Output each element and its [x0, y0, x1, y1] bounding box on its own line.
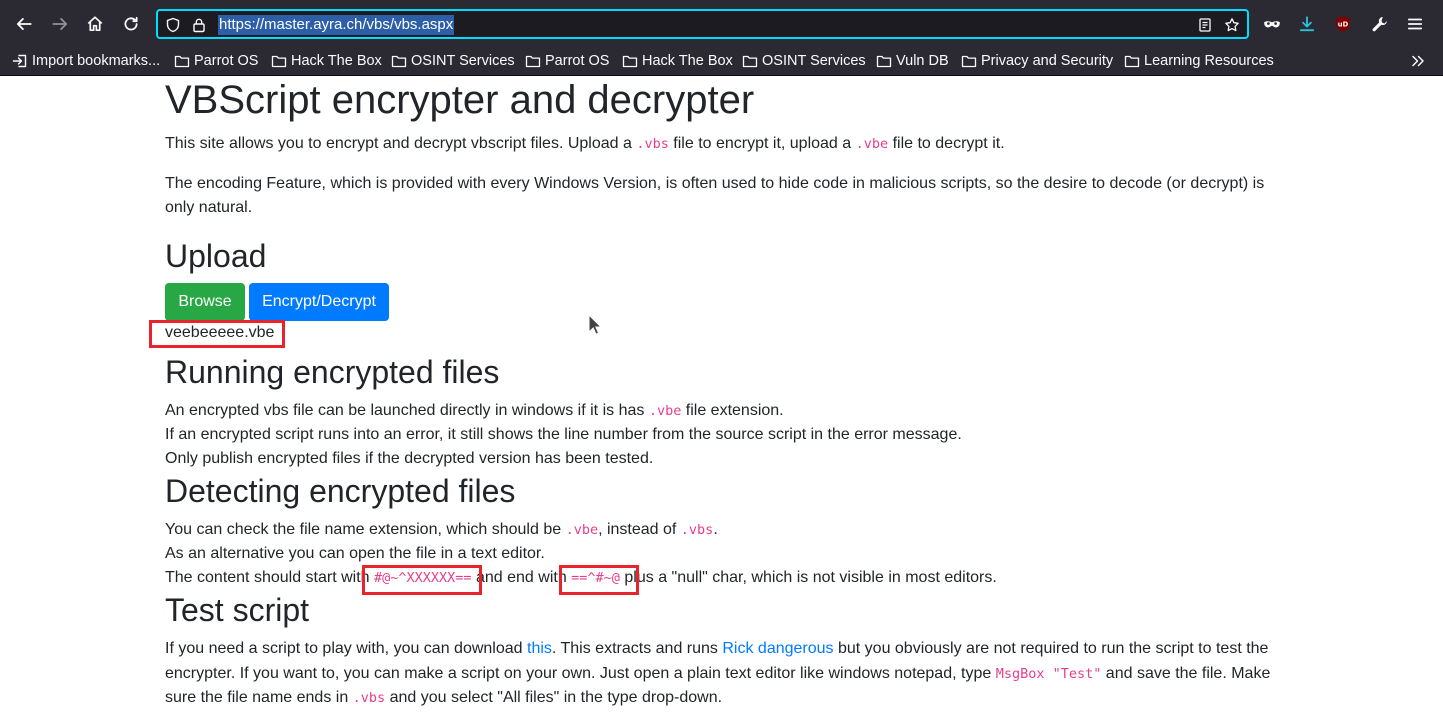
ublock-button[interactable]: uD [1329, 10, 1357, 38]
bookmark-label: OSINT Services [762, 53, 866, 69]
detecting-line-2: As an alternative you can open the file … [165, 545, 545, 562]
bookmark-folder-parrot-os[interactable]: Parrot OS [174, 51, 258, 71]
bookmark-label: Parrot OS [545, 53, 610, 69]
star-icon[interactable] [1223, 16, 1241, 34]
wrench-icon [1372, 17, 1387, 32]
folder-icon [876, 55, 892, 68]
bookmark-label: Learning Resources [1144, 53, 1274, 69]
ublock-origin-icon: uD [1336, 16, 1350, 32]
hamburger-menu-icon [1407, 18, 1423, 30]
reload-button[interactable] [117, 10, 145, 38]
bookmark-import[interactable]: Import bookmarks... [12, 51, 160, 71]
bookmark-folder-privacy-security[interactable]: Privacy and Security [961, 51, 1113, 71]
code-msgbox: MsgBox "Test" [995, 666, 1102, 682]
code-vbs: .vbs [352, 690, 386, 706]
bookmark-label: Privacy and Security [981, 53, 1114, 69]
folder-icon [961, 55, 977, 68]
code-vbs: .vbs [680, 522, 714, 538]
browser-toolbar: https://master.ayra.ch/vbs/vbs.aspx uD [0, 0, 1443, 48]
bookmark-folder-hack-the-box[interactable]: Hack The Box [271, 51, 382, 71]
shield-icon[interactable] [164, 16, 182, 34]
intro-paragraph-1: This site allows you to encrypt and decr… [165, 135, 1005, 152]
code-vbe: .vbe [648, 403, 682, 419]
running-line-2: If an encrypted script runs into an erro… [165, 426, 962, 443]
app-menu-button[interactable] [1401, 10, 1429, 38]
private-mask-button[interactable] [1258, 10, 1286, 38]
url-text[interactable]: https://master.ayra.ch/vbs/vbs.aspx [218, 15, 455, 35]
intro-paragraph-2-line-2: only natural. [165, 199, 253, 216]
folder-icon [391, 55, 407, 68]
reload-icon [124, 16, 138, 31]
highlight-box-end-marker [559, 565, 639, 595]
bookmark-label: Vuln DB [896, 53, 949, 69]
home-icon [87, 16, 103, 32]
bookmark-label: Parrot OS [194, 53, 259, 69]
chevron-double-right-icon [1412, 55, 1424, 67]
arrow-right-icon [52, 18, 68, 30]
home-button[interactable] [81, 10, 109, 38]
reader-view-icon[interactable] [1196, 16, 1214, 34]
page-title: VBScript encrypter and decrypter [165, 78, 755, 122]
bookmark-label: OSINT Services [411, 53, 515, 69]
mask-icon [1264, 21, 1280, 28]
highlight-box-start-marker [362, 565, 482, 595]
folder-icon [622, 55, 638, 68]
lock-icon[interactable] [190, 16, 208, 34]
arrow-left-icon [16, 18, 32, 30]
running-line-1: An encrypted vbs file can be launched di… [165, 402, 784, 419]
code-vbe: .vbe [565, 522, 599, 538]
bookmark-folder-hack-the-box-2[interactable]: Hack The Box [622, 51, 733, 71]
bookmark-folder-learning-resources[interactable]: Learning Resources [1124, 51, 1274, 71]
test-line-1: If you need a script to play with, you c… [165, 640, 1269, 657]
url-bar[interactable]: https://master.ayra.ch/vbs/vbs.aspx [156, 9, 1249, 39]
download-icon [1299, 16, 1315, 32]
running-heading: Running encrypted files [165, 354, 500, 390]
import-icon [12, 54, 27, 68]
bookmarks-overflow-button[interactable] [1410, 51, 1430, 71]
mouse-pointer-icon [588, 314, 602, 335]
back-button[interactable] [10, 10, 38, 38]
highlight-box-filename [149, 320, 285, 348]
bookmark-label: Import bookmarks... [32, 53, 161, 69]
svg-text:uD: uD [1338, 21, 1349, 29]
bookmark-folder-osint-services-2[interactable]: OSINT Services [742, 51, 866, 71]
tools-button[interactable] [1366, 10, 1394, 38]
folder-icon [1124, 55, 1140, 68]
bookmark-folder-vuln-db[interactable]: Vuln DB [876, 51, 949, 71]
folder-icon [271, 55, 287, 68]
encrypt-decrypt-button[interactable]: Encrypt/Decrypt [249, 283, 389, 321]
bookmark-label: Hack The Box [291, 53, 382, 69]
rick-dangerous-link[interactable]: Rick dangerous [722, 640, 833, 657]
bookmark-label: Hack The Box [642, 53, 733, 69]
code-vbs: .vbs [636, 136, 669, 152]
download-this-link[interactable]: this [527, 640, 552, 657]
downloads-button[interactable] [1293, 10, 1321, 38]
folder-icon [174, 55, 190, 68]
folder-icon [742, 55, 758, 68]
upload-heading: Upload [165, 238, 267, 274]
code-vbe: .vbe [855, 136, 889, 152]
detecting-line-1: You can check the file name extension, w… [165, 521, 718, 538]
bookmark-folder-osint-services[interactable]: OSINT Services [391, 51, 515, 71]
running-line-3: Only publish encrypted files if the decr… [165, 450, 654, 467]
detecting-heading: Detecting encrypted files [165, 473, 516, 509]
browse-button[interactable]: Browse [165, 283, 245, 321]
test-line-2: encrypter. If you want to, you can make … [165, 665, 1271, 682]
folder-icon [525, 55, 541, 68]
forward-button[interactable] [46, 10, 74, 38]
test-script-heading: Test script [165, 592, 310, 628]
bookmark-folder-parrot-os-2[interactable]: Parrot OS [525, 51, 609, 71]
intro-paragraph-2-line-1: The encoding Feature, which is provided … [165, 175, 1265, 192]
test-line-3: sure the file name ends in .vbs and you … [165, 689, 723, 706]
